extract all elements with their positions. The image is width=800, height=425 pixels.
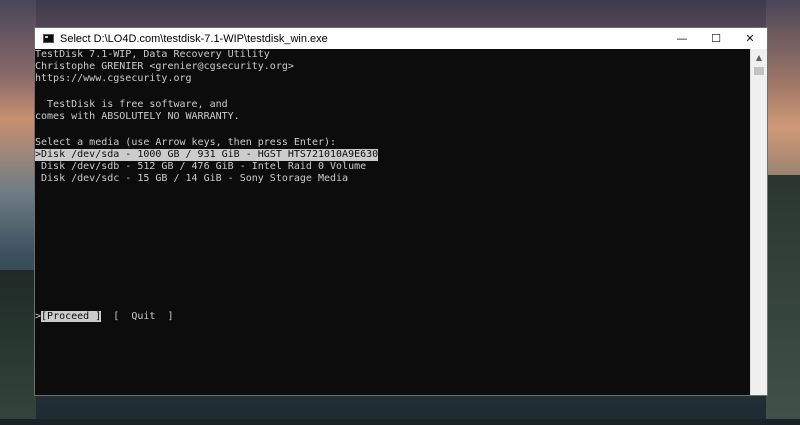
desktop-bottom-edge	[0, 419, 800, 425]
header-line: TestDisk 7.1-WIP, Data Recovery Utility	[35, 49, 270, 60]
header-line: https://www.cgsecurity.org	[35, 73, 192, 84]
menu-separator	[101, 311, 113, 322]
close-button[interactable]: ✕	[733, 28, 767, 49]
license-line: comes with ABSOLUTELY NO WARRANTY.	[35, 111, 240, 122]
disk-item-sda[interactable]: >Disk /dev/sda - 1000 GB / 931 GiB - HGS…	[35, 149, 379, 161]
maximize-button[interactable]: ☐	[699, 28, 733, 49]
disk-item-sdb[interactable]: Disk /dev/sdb - 512 GB / 476 GiB - Intel…	[35, 161, 366, 173]
minimize-button[interactable]: —	[665, 28, 699, 49]
window-controls: — ☐ ✕	[665, 28, 767, 49]
menu-bar: >[Proceed ] [ Quit ]	[35, 311, 174, 323]
console-window: Select D:\LO4D.com\testdisk-7.1-WIP\test…	[34, 27, 768, 396]
proceed-button[interactable]: [Proceed ]	[41, 311, 102, 322]
console-output[interactable]: TestDisk 7.1-WIP, Data Recovery Utility …	[35, 49, 750, 395]
wallpaper-hill-right	[766, 175, 800, 425]
window-title: Select D:\LO4D.com\testdisk-7.1-WIP\test…	[60, 32, 328, 45]
wallpaper-hill-left	[0, 270, 36, 425]
header-line: Christophe GRENIER <grenier@cgsecurity.o…	[35, 61, 294, 72]
license-line: TestDisk is free software, and	[35, 99, 228, 110]
console-app-icon[interactable]	[43, 34, 54, 43]
media-prompt: Select a media (use Arrow keys, then pre…	[35, 137, 337, 148]
scroll-up-arrow-icon[interactable]: ▲	[751, 49, 767, 66]
quit-button[interactable]: [ Quit ]	[113, 311, 173, 322]
scrollbar-thumb[interactable]	[754, 67, 764, 75]
vertical-scrollbar[interactable]: ▲	[750, 49, 767, 395]
title-bar[interactable]: Select D:\LO4D.com\testdisk-7.1-WIP\test…	[35, 28, 767, 49]
disk-item-sdc[interactable]: Disk /dev/sdc - 15 GB / 14 GiB - Sony St…	[35, 173, 348, 185]
